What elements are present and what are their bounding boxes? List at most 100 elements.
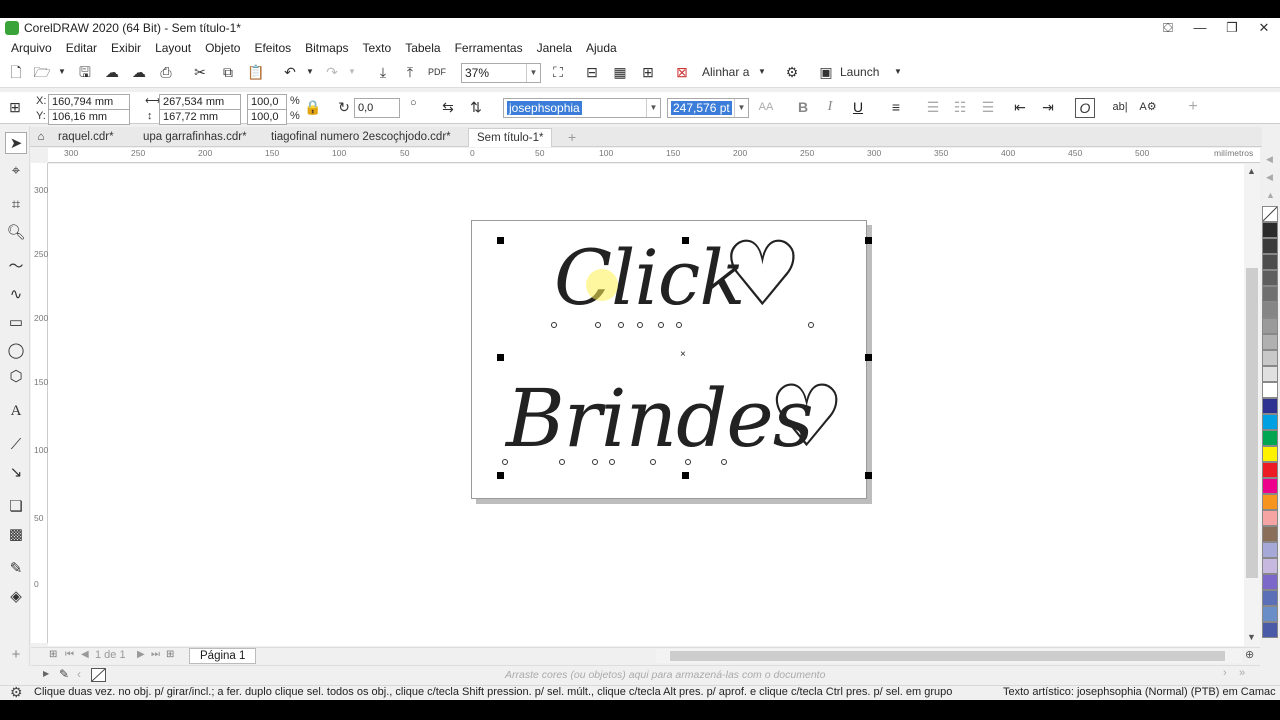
text-node[interactable]: [559, 459, 565, 465]
horizontal-scroll-thumb[interactable]: [670, 651, 1225, 661]
options-gear-icon[interactable]: ⚙: [782, 63, 802, 83]
mirror-horizontal-icon[interactable]: ⇆: [438, 98, 458, 118]
align-dropdown-icon[interactable]: ▼: [752, 63, 772, 83]
menu-layout[interactable]: Layout: [148, 41, 198, 55]
text-node[interactable]: [595, 322, 601, 328]
variable-font-icon[interactable]: AA: [756, 98, 776, 118]
horizontal-scrollbar[interactable]: [656, 649, 1242, 663]
object-origin-icon[interactable]: ⊞: [5, 98, 25, 118]
open-folder-icon[interactable]: 🗁: [32, 63, 52, 83]
color-swatch[interactable]: [1262, 254, 1278, 270]
color-swatch[interactable]: [1262, 510, 1278, 526]
text-node[interactable]: [637, 322, 643, 328]
palette-next-icon[interactable]: ›: [1223, 667, 1227, 679]
eyedropper-icon[interactable]: ✎: [59, 667, 69, 681]
add-tool-icon[interactable]: +: [5, 644, 27, 666]
color-swatch[interactable]: [1262, 558, 1278, 574]
text-node[interactable]: [551, 322, 557, 328]
color-swatch[interactable]: [1262, 526, 1278, 542]
selection-handle[interactable]: [865, 472, 872, 479]
text-node[interactable]: [808, 322, 814, 328]
menu-efeitos[interactable]: Efeitos: [247, 41, 298, 55]
color-swatch[interactable]: [1262, 606, 1278, 622]
first-page-icon[interactable]: ⏮: [65, 649, 74, 660]
drawing-canvas[interactable]: Click ♡ Brindes ♡ ×: [48, 164, 1244, 646]
opentype-icon[interactable]: O: [1075, 98, 1095, 118]
y-position-field[interactable]: 106,16 mm: [48, 109, 130, 125]
cloud-sync-icon[interactable]: ☁: [129, 63, 149, 83]
docker-expand-icon[interactable]: ◀: [1266, 154, 1273, 165]
font-family-dropdown[interactable]: josephsophia ▼: [503, 98, 661, 118]
color-swatch[interactable]: [1262, 302, 1278, 318]
print-icon[interactable]: ⎙: [156, 63, 176, 83]
no-color-swatch[interactable]: [1262, 206, 1278, 222]
save-icon[interactable]: 🖫: [75, 63, 95, 83]
mirror-vertical-icon[interactable]: ⇅: [466, 98, 486, 118]
selection-handle[interactable]: [682, 237, 689, 244]
paste-icon[interactable]: 📋: [246, 63, 266, 83]
rectangle-tool-icon[interactable]: ▭: [5, 312, 27, 334]
color-swatch[interactable]: [1262, 622, 1278, 638]
menu-ferramentas[interactable]: Ferramentas: [448, 41, 530, 55]
selection-handle[interactable]: [865, 354, 872, 361]
underline-button[interactable]: U: [848, 98, 868, 118]
transparency-tool-icon[interactable]: ▩: [5, 524, 27, 546]
color-swatch[interactable]: [1262, 350, 1278, 366]
menu-ajuda[interactable]: Ajuda: [579, 41, 624, 55]
new-document-icon[interactable]: 🗋: [6, 63, 26, 83]
selection-handle[interactable]: [497, 354, 504, 361]
selection-handle[interactable]: [497, 472, 504, 479]
open-dropdown-icon[interactable]: ▼: [52, 63, 72, 83]
next-page-icon[interactable]: ▶: [137, 649, 145, 660]
prev-page-icon[interactable]: ◀: [81, 649, 89, 660]
crop-tool-icon[interactable]: ⌗: [5, 194, 27, 216]
interactive-fill-icon[interactable]: ◈: [5, 586, 27, 608]
cloud-upload-icon[interactable]: ☁: [102, 63, 122, 83]
add-property-icon[interactable]: +: [1183, 98, 1203, 118]
launch-app-icon[interactable]: ▣: [816, 63, 836, 83]
parallel-dimension-icon[interactable]: ⟋: [5, 434, 27, 456]
snap-off-icon[interactable]: ⊠: [672, 63, 692, 83]
x-position-field[interactable]: 160,794 mm: [48, 94, 130, 110]
rotation-field[interactable]: 0,0: [354, 98, 400, 118]
color-swatch[interactable]: [1262, 398, 1278, 414]
import-icon[interactable]: ⤓: [373, 63, 393, 83]
redo-dropdown-icon[interactable]: ▼: [342, 63, 362, 83]
text-node[interactable]: [721, 459, 727, 465]
text-node[interactable]: [676, 322, 682, 328]
palette-back-icon[interactable]: ‹: [77, 667, 81, 681]
tab-sem-titulo[interactable]: Sem título-1*: [468, 128, 553, 147]
scroll-up-icon[interactable]: ▲: [1247, 166, 1256, 176]
full-screen-icon[interactable]: ⛶: [548, 63, 568, 83]
text-tool-icon[interactable]: A: [5, 400, 27, 422]
text-properties-icon[interactable]: ab|: [1110, 98, 1130, 118]
tab-tiagofinal[interactable]: tiagofinal numero 2escoçhjodo.cdr*: [271, 128, 451, 147]
menu-objeto[interactable]: Objeto: [198, 41, 247, 55]
home-icon[interactable]: ⌂: [32, 128, 50, 147]
italic-button[interactable]: I: [820, 98, 840, 118]
pick-tool-icon[interactable]: ➤: [5, 132, 27, 154]
color-swatch[interactable]: [1262, 238, 1278, 254]
menu-exibir[interactable]: Exibir: [104, 41, 148, 55]
scale-width-field[interactable]: 100,0: [247, 94, 287, 110]
font-size-dropdown[interactable]: 247,576 pt ▼: [667, 98, 749, 118]
connector-tool-icon[interactable]: ↘: [5, 462, 27, 484]
grid-icon[interactable]: ▦: [610, 63, 630, 83]
zoom-navigator-icon[interactable]: ⊕: [1245, 648, 1254, 661]
account-icon[interactable]: ⛋: [1152, 18, 1184, 38]
color-swatch[interactable]: [1262, 478, 1278, 494]
color-swatch[interactable]: [1262, 574, 1278, 590]
bullet-list-icon[interactable]: ☰: [923, 98, 943, 118]
scale-height-field[interactable]: 100,0: [247, 109, 287, 125]
copy-icon[interactable]: ⧉: [218, 63, 238, 83]
launch-button[interactable]: Launch: [840, 63, 890, 83]
guidelines-icon[interactable]: ⊞: [638, 63, 658, 83]
text-node[interactable]: [658, 322, 664, 328]
color-swatch[interactable]: [1262, 270, 1278, 286]
color-swatch[interactable]: [1262, 366, 1278, 382]
color-swatch[interactable]: [1262, 382, 1278, 398]
edit-text-icon[interactable]: A⚙: [1138, 98, 1158, 118]
menu-tabela[interactable]: Tabela: [398, 41, 447, 55]
zoom-tool-icon[interactable]: 🔍︎: [5, 222, 27, 244]
menu-editar[interactable]: Editar: [59, 41, 104, 55]
